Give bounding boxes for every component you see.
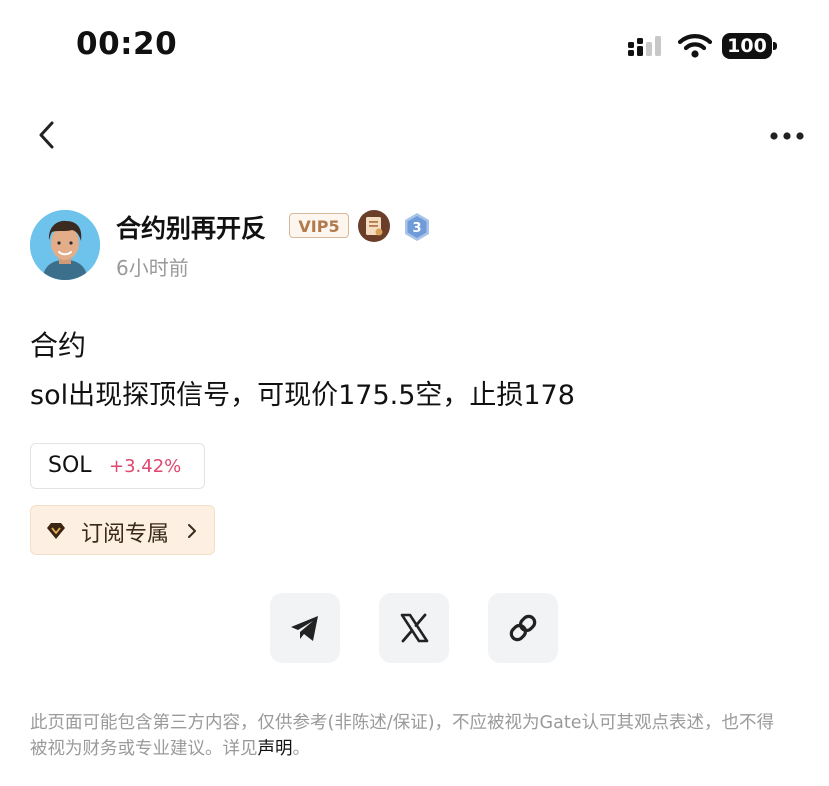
back-arrow-icon[interactable] [30,116,66,154]
disclaimer-link[interactable]: 声明 [258,739,293,759]
cellular-signal-icon [628,36,661,56]
author-name[interactable]: 合约别再开反 [116,209,266,245]
share-telegram-button[interactable] [270,593,340,663]
avatar[interactable] [30,210,100,280]
level-badge-icon: 3 [405,213,429,241]
nav-bar [0,108,829,162]
share-row [270,593,560,665]
telegram-icon [291,616,318,641]
ticker-change: +3.42% [109,456,182,477]
post-time: 6小时前 [116,256,189,280]
copy-link-button[interactable] [488,593,558,663]
status-bar: 00:20 100 [0,0,829,95]
status-time: 00:20 [76,26,178,62]
battery-icon: 100 [722,33,778,59]
subscribe-exclusive-button[interactable]: 订阅专属 [30,505,215,555]
diamond-icon [47,523,65,539]
battery-level: 100 [722,33,772,59]
subscribe-label: 订阅专属 [81,522,170,547]
certificate-badge-icon [358,210,390,242]
ticker-symbol: SOL [48,453,92,478]
post-line-1: 合约 [30,329,87,362]
author-header: 合约别再开反 VIP5 3 6小时前 [30,208,810,283]
disclaimer-text: 此页面可能包含第三方内容，仅供参考(非陈述/保证)，不应被视为Gate认可其观点… [30,713,774,759]
x-icon [400,613,429,643]
vip-badge: VIP5 [289,213,349,238]
post-content: 合约 sol出现探顶信号，可现价175.5空，止损178 [30,328,810,414]
wifi-icon [677,34,713,58]
ticker-chip-sol[interactable]: SOL +3.42% [30,443,205,489]
level-number: 3 [412,221,421,236]
disclaimer-end: 。 [292,739,311,759]
link-icon [509,614,537,642]
disclaimer: 此页面可能包含第三方内容，仅供参考(非陈述/保证)，不应被视为Gate认可其观点… [30,710,790,762]
share-x-button[interactable] [379,593,449,663]
chevron-right-icon [188,524,196,538]
more-options-icon[interactable] [762,124,810,148]
post-line-2: sol出现探顶信号，可现价175.5空，止损178 [30,380,575,411]
